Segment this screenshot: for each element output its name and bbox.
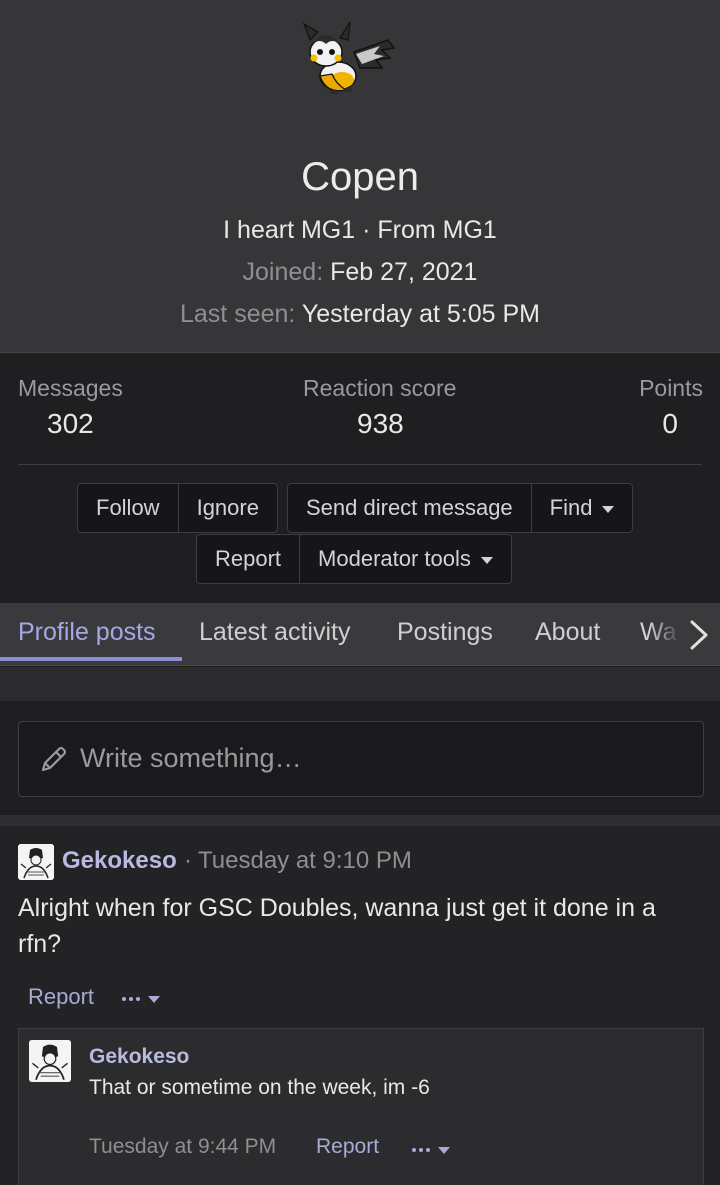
post-separator: · <box>184 847 192 874</box>
chevron-right-icon[interactable] <box>686 618 712 652</box>
composer-area: Write something… <box>0 701 720 815</box>
pencil-icon <box>41 746 67 772</box>
active-tab-indicator <box>0 657 182 661</box>
stats-divider <box>18 464 702 465</box>
tab-latest-activity[interactable]: Latest activity <box>199 603 350 665</box>
joined-value: Feb 27, 2021 <box>330 258 478 286</box>
last-seen-line: Last seen: Yesterday at 5:05 PM <box>0 300 720 329</box>
section-separator <box>0 815 720 826</box>
sketch-avatar-icon <box>18 844 54 880</box>
comment-author[interactable]: Gekokeso <box>89 1045 189 1069</box>
chevron-down-icon <box>148 996 160 1003</box>
tab-postings[interactable]: Postings <box>397 603 493 665</box>
find-menu-button[interactable]: Find <box>532 484 633 532</box>
ignore-button[interactable]: Ignore <box>179 484 277 532</box>
comment-report-link[interactable]: Report <box>316 1135 379 1159</box>
section-gap <box>0 667 720 701</box>
write-something-input[interactable]: Write something… <box>18 721 704 797</box>
profile-stats: Messages 302 Reaction score 938 Points 0… <box>0 354 720 603</box>
avatar[interactable] <box>18 844 54 880</box>
post-author[interactable]: Gekokeso <box>62 847 177 875</box>
comment-time[interactable]: Tuesday at 9:44 PM <box>89 1135 276 1159</box>
post-report-link[interactable]: Report <box>28 984 94 1010</box>
find-label: Find <box>549 495 593 520</box>
comment-body: That or sometime on the week, im -6 <box>89 1076 430 1099</box>
message-find-group: Send direct message Find <box>287 483 634 533</box>
emolga-sprite-icon[interactable] <box>296 18 400 98</box>
follow-button[interactable]: Follow <box>78 484 179 532</box>
profile-tagline: I heart MG1 · From MG1 <box>223 216 497 244</box>
tab-about[interactable]: About <box>535 603 600 665</box>
post-time[interactable]: Tuesday at 9:10 PM <box>198 847 412 875</box>
more-dots-icon <box>412 1147 430 1152</box>
post-comment: Gekokeso That or sometime on the week, i… <box>18 1028 704 1185</box>
moderator-tools-label: Moderator tools <box>318 546 471 571</box>
moderator-tools-button[interactable]: Moderator tools <box>300 535 511 583</box>
stat-messages-value[interactable]: 302 <box>47 408 94 440</box>
stat-points-value[interactable]: 0 <box>662 408 678 440</box>
profile-post: Gekokeso · Tuesday at 9:10 PM Alright wh… <box>0 826 720 1185</box>
avatar[interactable] <box>29 1040 71 1082</box>
last-seen-value: Yesterday at 5:05 PM <box>301 300 540 328</box>
joined-line: Joined: Feb 27, 2021 <box>0 258 720 287</box>
report-button[interactable]: Report <box>197 535 301 583</box>
profile-username: Copen <box>301 155 419 199</box>
comment-more-menu[interactable] <box>412 1145 450 1154</box>
sketch-avatar-icon <box>29 1040 71 1082</box>
post-more-menu[interactable] <box>122 994 160 1003</box>
stat-reaction-value[interactable]: 938 <box>357 408 404 440</box>
more-dots-icon <box>122 996 140 1001</box>
stat-reaction-label: Reaction score <box>303 375 457 401</box>
follow-ignore-group: Follow Ignore <box>77 483 278 533</box>
stat-messages-label: Messages <box>18 375 123 401</box>
send-direct-message-button[interactable]: Send direct message <box>288 484 532 532</box>
report-moderator-group: Report Moderator tools <box>196 534 512 584</box>
chevron-down-icon <box>480 556 493 564</box>
composer-placeholder: Write something… <box>80 743 302 773</box>
chevron-down-icon <box>602 505 615 513</box>
chevron-down-icon <box>438 1147 450 1154</box>
joined-label: Joined: <box>242 258 324 286</box>
stat-points-label: Points <box>639 375 703 401</box>
last-seen-label: Last seen: <box>180 300 296 328</box>
profile-header: Copen I heart MG1 · From MG1 Joined: Feb… <box>0 0 720 353</box>
post-body: Alright when for GSC Doubles, wanna just… <box>18 894 656 958</box>
